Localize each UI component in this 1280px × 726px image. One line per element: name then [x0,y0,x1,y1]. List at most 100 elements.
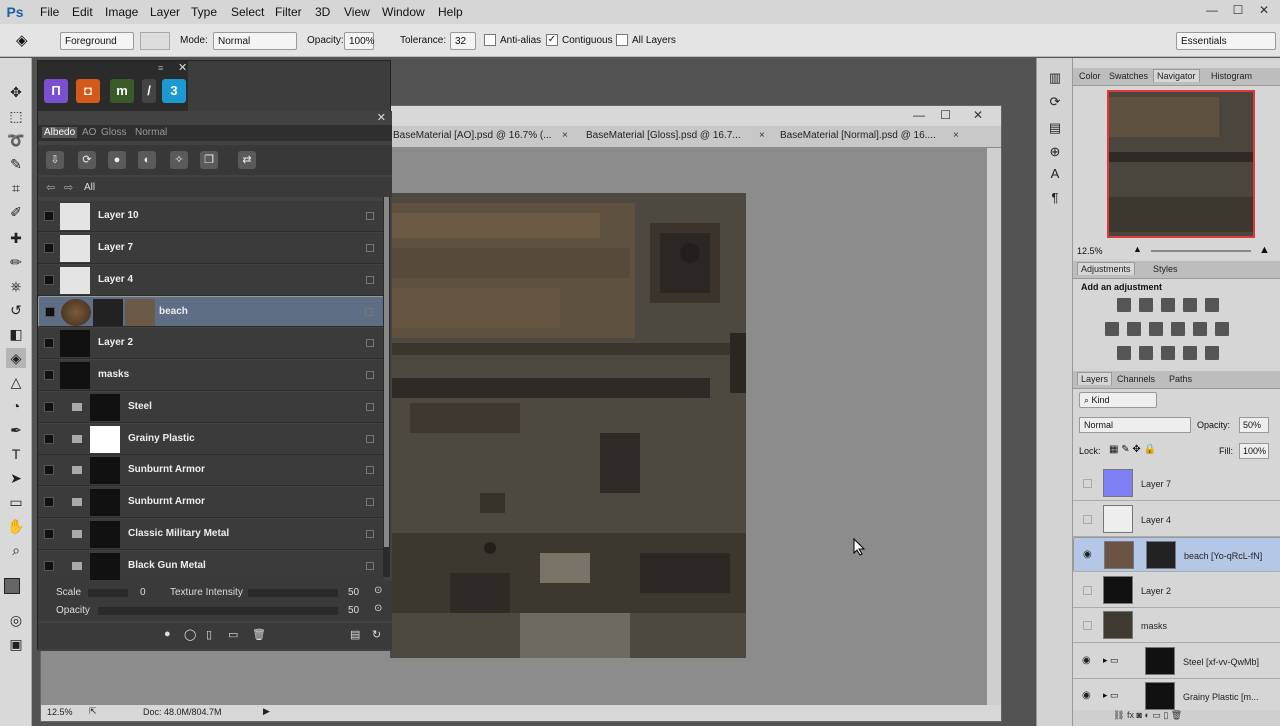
folder-icon[interactable] [72,498,82,507]
add-mask-icon[interactable]: ◐ [138,151,156,169]
menu-layer[interactable]: Layer [150,5,180,19]
visibility-toggle[interactable] [44,560,54,571]
zoom-tool-icon[interactable]: ⌕ [6,540,26,560]
visibility-toggle[interactable] [44,370,54,380]
menu-view[interactable]: View [344,5,370,19]
healing-brush-icon[interactable]: ✚ [6,228,26,248]
layer-option-box[interactable] [366,371,374,379]
navigator-preview[interactable] [1107,90,1255,238]
launcher-close-icon[interactable]: ✕ [178,61,187,74]
history-brush-icon[interactable]: ↺ [6,300,26,320]
tab-adjustments[interactable]: Adjustments [1077,262,1135,275]
layer-option-box[interactable] [366,275,374,284]
layer-option-box[interactable] [365,308,373,317]
tab-albedo[interactable]: Albedo [42,127,78,138]
visibility-toggle[interactable] [44,211,54,221]
material-layer-row[interactable]: Steel [38,391,384,423]
hand-tool-icon[interactable]: ✋ [6,516,26,536]
app-icon-4[interactable]: / [142,79,156,103]
doc-close-icon[interactable]: ✕ [973,108,983,122]
color-lookup-icon[interactable] [1215,322,1229,336]
curves-icon[interactable] [1161,298,1175,312]
visibility-toggle[interactable] [44,529,54,539]
marquee-tool-icon[interactable]: ⬚ [6,106,26,126]
material-layer-row[interactable]: Layer 10 [38,201,384,232]
workspace-select[interactable]: Essentials [1176,32,1276,50]
menu-select[interactable]: Select [231,5,264,19]
new-file-icon[interactable]: ▯ [206,628,212,641]
foreground-color-swatch[interactable] [4,578,20,594]
pen-tool-icon[interactable]: ✒ [6,420,26,440]
fill-source-select[interactable]: Foreground [60,32,134,50]
ps-layer-row[interactable]: ◉ ▸ ▭ Steel [xf-vv-QwMb] [1073,643,1280,679]
quick-select-icon[interactable]: ✎ [6,154,26,174]
refresh-material-icon[interactable]: ⟳ [78,151,96,169]
exposure-icon[interactable] [1183,298,1197,312]
material-layer-row[interactable]: Sunburnt Armor [38,487,384,519]
panel-scrollbar[interactable] [383,197,390,577]
character-panel-icon[interactable]: A [1046,166,1064,184]
opacity-reset-icon[interactable]: ⊙ [374,603,382,614]
tab-gloss[interactable]: BaseMaterial [Gloss].psd @ 16.7... [586,130,741,141]
ps-layer-row[interactable]: ◉ ▸ ▭ Grainy Plastic [m... [1073,679,1280,714]
all-layers-checkbox[interactable]: All Layers [616,32,676,50]
menu-image[interactable]: Image [105,5,138,19]
visibility-box[interactable] [1083,479,1092,488]
doc-minimize-icon[interactable]: — [913,108,925,122]
visibility-toggle[interactable] [44,242,54,253]
save-icon[interactable]: ▤ [350,628,360,641]
new-layer-icon[interactable]: ▯ [1163,710,1170,720]
ps-layer-row[interactable]: Layer 4 [1073,501,1280,537]
layer-option-box[interactable] [366,530,374,538]
crop-tool-icon[interactable]: ⌗ [6,178,26,198]
tab-normal-map[interactable]: Normal [135,127,167,138]
brightness-icon[interactable] [1117,298,1131,312]
threshold-icon[interactable] [1161,346,1175,360]
layer-opacity-input[interactable]: 50% [1239,417,1269,433]
delete-icon[interactable]: 🗑 [252,628,266,641]
tab-ao-map[interactable]: AO [82,127,96,138]
new-mask-icon[interactable]: ◯ [184,628,196,641]
scale-value[interactable]: 0 [140,587,146,598]
tab-channels[interactable]: Channels [1117,374,1155,384]
eye-icon[interactable]: ◉ [1083,550,1095,560]
folder-icon[interactable] [72,530,82,538]
tolerance-input[interactable]: 32 [450,32,476,50]
smart-material-icon[interactable]: ✧ [170,151,188,169]
layer-option-box[interactable] [366,402,374,411]
shape-tool-icon[interactable]: ▭ [6,492,26,512]
visibility-toggle[interactable] [44,497,54,508]
minimize-icon[interactable]: — [1204,3,1220,17]
zoom-in-icon[interactable]: ▲ [1259,244,1270,256]
status-export-icon[interactable]: ⇱ [89,706,97,717]
path-select-icon[interactable]: ➤ [6,468,26,488]
stamp-tool-icon[interactable]: ⎈ [6,276,26,296]
opacity-input[interactable]: 100% [344,32,375,50]
menu-edit[interactable]: Edit [72,5,93,19]
invert-icon[interactable] [1117,346,1131,360]
hue-saturation-icon[interactable] [1105,322,1119,336]
tab-swatches[interactable]: Swatches [1109,71,1148,81]
menu-type[interactable]: Type [191,5,217,19]
material-layer-row[interactable]: Layer 7 [38,232,384,264]
contiguous-checkbox[interactable]: ✓ Contiguous [546,32,613,50]
visibility-toggle[interactable] [44,433,54,444]
blur-tool-icon[interactable]: △ [6,372,26,392]
dodge-tool-icon[interactable]: ◔ [6,396,26,416]
app-icon-1[interactable]: П [44,79,68,103]
scale-slider[interactable] [88,589,128,597]
folder-icon[interactable] [72,561,82,570]
visibility-toggle[interactable] [44,465,54,476]
tab-histogram[interactable]: Histogram [1211,71,1252,81]
vertical-scrollbar[interactable] [987,148,1001,706]
color-balance-icon[interactable] [1127,322,1141,336]
app-icon-3[interactable]: m [110,79,134,103]
lasso-tool-icon[interactable]: ➰ [6,130,26,150]
link-layers-icon[interactable]: ⛓ [1113,710,1127,720]
menu-help[interactable]: Help [438,5,463,19]
tab-normal-close-icon[interactable]: × [953,130,959,141]
zoom-level[interactable]: 12.5% [47,707,73,717]
eyedropper-icon[interactable]: ✐ [6,202,26,222]
levels-icon[interactable] [1139,298,1153,312]
type-tool-icon[interactable]: T [6,444,26,464]
